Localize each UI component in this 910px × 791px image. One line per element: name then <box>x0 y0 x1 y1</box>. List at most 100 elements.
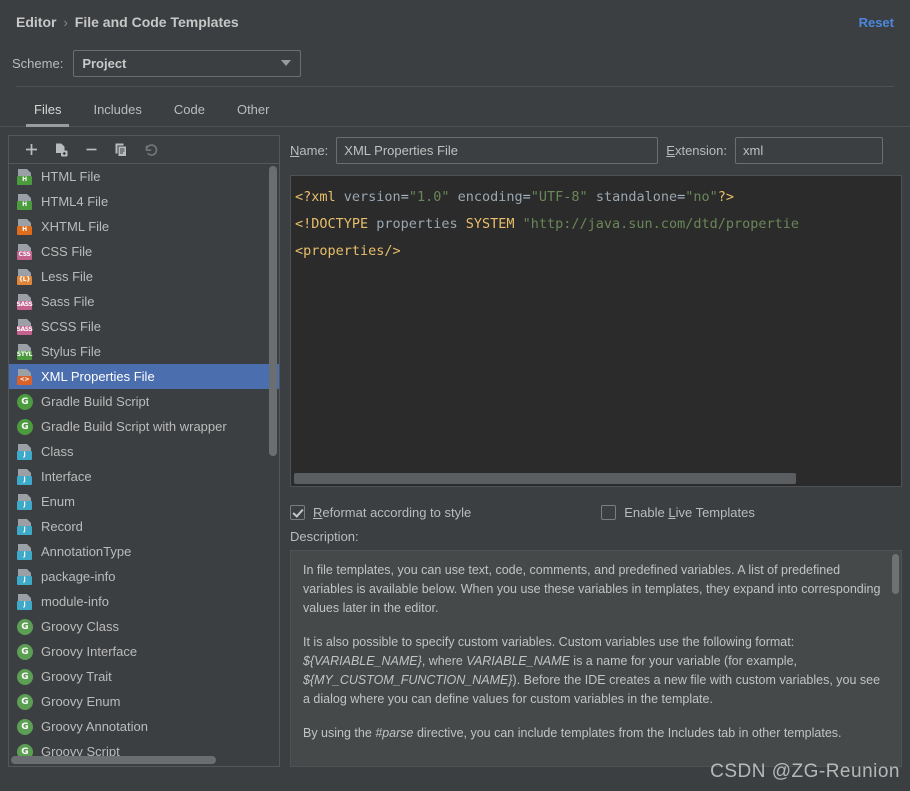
checkbox-unchecked-icon[interactable] <box>601 504 617 520</box>
list-item-label: Record <box>41 519 83 534</box>
checkbox-checked-icon[interactable] <box>290 504 305 520</box>
tab-files[interactable]: Files <box>18 102 77 127</box>
list-vertical-scrollbar[interactable] <box>269 166 277 456</box>
list-item[interactable]: SASS Sass File <box>9 289 279 314</box>
list-item[interactable]: <> XML Properties File <box>9 364 279 389</box>
tab-bar: Files Includes Code Other <box>0 87 910 127</box>
description-text: is a name for your variable (for example… <box>569 654 797 668</box>
list-item[interactable]: J AnnotationType <box>9 539 279 564</box>
list-item[interactable]: G Gradle Build Script <box>9 389 279 414</box>
extension-input[interactable]: xml <box>735 136 884 164</box>
code-token: "1.0" <box>408 189 450 205</box>
list-item[interactable]: H XHTML File <box>9 214 279 239</box>
code-token: ?> <box>717 189 735 205</box>
code-token: <properties/> <box>295 243 401 259</box>
list-item[interactable]: Jpackage-info <box>9 564 279 589</box>
list-item[interactable]: G Groovy Trait <box>9 664 279 689</box>
list-item[interactable]: G Groovy Class <box>9 614 279 639</box>
description-variable-text: VARIABLE_NAME <box>466 654 570 668</box>
list-item[interactable]: CSS CSS File <box>9 239 279 264</box>
list-item[interactable]: {L} Less File <box>9 264 279 289</box>
reset-link[interactable]: Reset <box>859 15 894 30</box>
description-text: By using the <box>303 726 376 740</box>
code-token: <!DOCTYPE <box>295 216 369 232</box>
list-horizontal-scrollbar[interactable] <box>11 756 216 764</box>
tab-code[interactable]: Code <box>158 102 221 126</box>
list-item-label: AnnotationType <box>41 544 132 559</box>
list-item-label: Less File <box>41 269 94 284</box>
editor-scrollbar-thumb[interactable] <box>294 473 796 484</box>
name-input[interactable]: XML Properties File <box>336 136 659 164</box>
editor-options-row: Reformat according to style Enable Live … <box>290 487 902 527</box>
template-editor-panel: Name: XML Properties File Extension: xml… <box>290 135 902 767</box>
code-token: <?xml <box>295 189 336 205</box>
list-toolbar <box>8 135 280 163</box>
templates-panel: H HTML File H HTML4 File H XHTML File CSS CSS F… <box>8 135 280 767</box>
list-item-label: HTML File <box>41 169 101 184</box>
list-item-label: SCSS File <box>41 319 101 334</box>
code-token: = <box>522 189 531 205</box>
list-item[interactable]: G Groovy Interface <box>9 639 279 664</box>
template-code-editor[interactable]: <?xml version="1.0" encoding="UTF-8" sta… <box>290 175 902 487</box>
list-item[interactable]: G Groovy Annotation <box>9 714 279 739</box>
list-item[interactable]: SASS SCSS File <box>9 314 279 339</box>
list-item-label: Groovy Annotation <box>41 719 148 734</box>
file-type-icon: H <box>17 218 33 235</box>
file-type-icon: H <box>17 168 33 185</box>
list-item[interactable]: H HTML4 File <box>9 189 279 214</box>
reformat-checkbox[interactable]: Reformat according to style <box>290 504 471 520</box>
list-item[interactable]: Jmodule-info <box>9 589 279 614</box>
scheme-dropdown[interactable]: Project <box>73 49 302 77</box>
file-type-icon: CSS <box>17 243 33 260</box>
file-type-icon: J <box>17 543 33 560</box>
tab-includes[interactable]: Includes <box>77 102 157 126</box>
groovy-file-icon: G <box>17 618 33 635</box>
description-label: Description: <box>290 529 359 544</box>
template-code-content: <?xml version="1.0" encoding="UTF-8" sta… <box>291 176 901 265</box>
remove-icon[interactable] <box>78 139 104 161</box>
list-item[interactable]: J Interface <box>9 464 279 489</box>
code-token: "UTF-8" <box>530 189 588 205</box>
add-icon[interactable] <box>18 139 44 161</box>
code-token: "http://java.sun.com/dtd/propertie <box>522 216 799 232</box>
add-from-file-icon[interactable] <box>48 139 74 161</box>
groovy-file-icon: G <box>17 718 33 735</box>
file-type-icon: STYL <box>17 343 33 360</box>
list-item-label: Groovy Enum <box>41 694 121 709</box>
description-paragraph-2: It is also possible to specify custom va… <box>303 633 887 709</box>
list-item[interactable]: J Enum <box>9 489 279 514</box>
code-token: "no" <box>685 189 718 205</box>
copy-icon[interactable] <box>108 139 134 161</box>
tab-other[interactable]: Other <box>221 102 286 126</box>
list-item[interactable]: J Record <box>9 514 279 539</box>
description-text: , where <box>421 654 467 668</box>
list-item[interactable]: J Class <box>9 439 279 464</box>
description-box[interactable]: In file templates, you can use text, cod… <box>290 550 902 767</box>
code-token: = <box>400 189 409 205</box>
main-content: H HTML File H HTML4 File H XHTML File CSS CSS F… <box>0 127 910 767</box>
list-item[interactable]: H HTML File <box>9 164 279 189</box>
list-item-label: XML Properties File <box>41 369 155 384</box>
file-type-icon: SASS <box>16 293 33 310</box>
list-item[interactable]: G Groovy Enum <box>9 689 279 714</box>
list-item[interactable]: G Gradle Build Script with wrapper <box>9 414 279 439</box>
template-list[interactable]: H HTML File H HTML4 File H XHTML File CSS CSS F… <box>8 163 280 767</box>
description-scrollbar[interactable] <box>892 554 899 594</box>
editor-horizontal-scrollbar[interactable] <box>292 472 900 484</box>
file-type-icon: J <box>17 468 33 485</box>
file-type-icon: J <box>17 593 33 610</box>
live-templates-checkbox[interactable]: Enable Live Templates <box>601 504 755 520</box>
breadcrumb-current: File and Code Templates <box>74 14 239 30</box>
list-item-label: Sass File <box>41 294 95 309</box>
list-item-label: Class <box>41 444 74 459</box>
list-item-label: Stylus File <box>41 344 101 359</box>
groovy-file-icon: G <box>17 668 33 685</box>
code-token: properties <box>376 216 458 232</box>
list-item[interactable]: STYL Stylus File <box>9 339 279 364</box>
breadcrumb-parent[interactable]: Editor <box>16 14 56 30</box>
revert-icon[interactable] <box>138 139 164 161</box>
